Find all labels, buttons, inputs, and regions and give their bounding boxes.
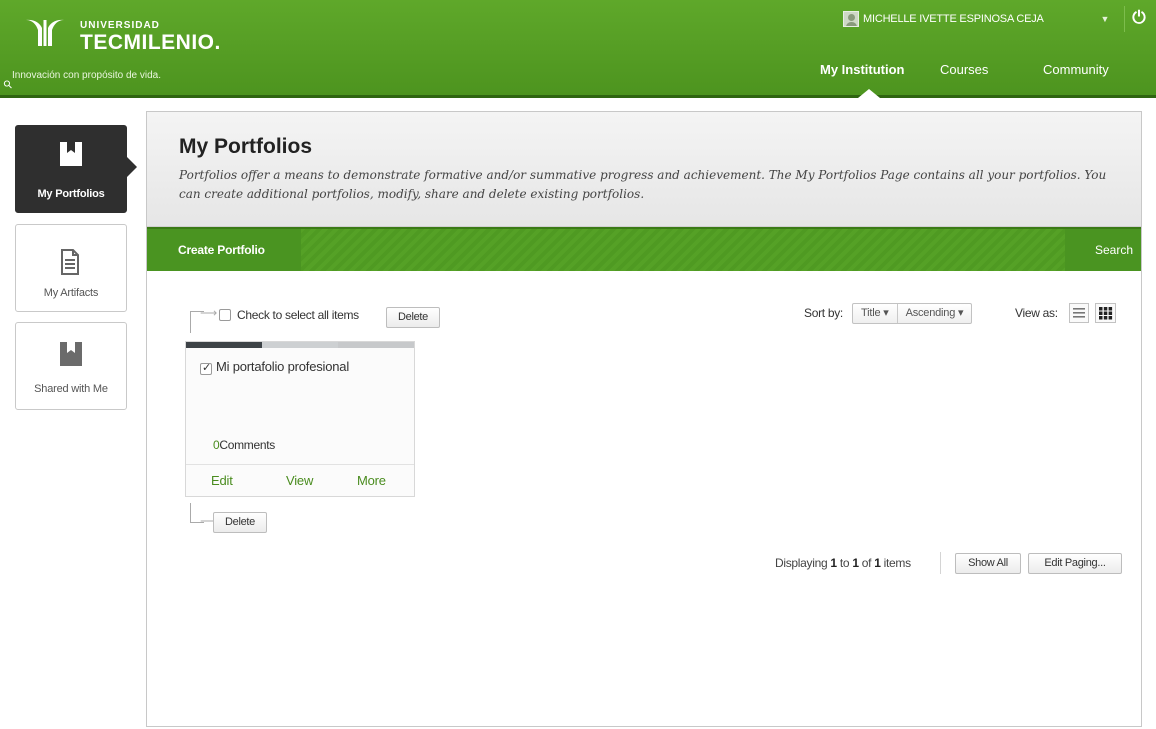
create-portfolio-button[interactable]: Create Portfolio: [147, 229, 301, 271]
view-link[interactable]: View: [286, 473, 313, 488]
portfolio-title[interactable]: Mi portafolio profesional: [216, 359, 349, 374]
sidebar-tab-my-portfolios[interactable]: My Portfolios: [15, 125, 127, 213]
delete-button-bottom[interactable]: Delete: [213, 512, 267, 533]
sidebar-tab-label: Shared with Me: [34, 383, 108, 395]
pager-from: 1: [830, 556, 837, 570]
portfolio-card[interactable]: Mi portafolio profesional 0Comments Edit…: [185, 341, 415, 497]
pager-suffix: items: [883, 556, 911, 570]
sidebar-tab-shared-with-me[interactable]: Shared with Me: [15, 322, 127, 410]
portfolio-icon: [60, 142, 82, 166]
pager-status: Displaying 1 to 1 of 1 items: [775, 556, 911, 570]
edit-paging-button[interactable]: Edit Paging...: [1028, 553, 1122, 574]
view-as-label: View as:: [1015, 306, 1058, 320]
tagline: Innovación con propósito de vida.: [12, 70, 161, 81]
logo-line1: UNIVERSIDAD: [80, 20, 160, 31]
select-all-label: Check to select all items: [237, 308, 359, 322]
sidebar-tab-label: My Artifacts: [43, 287, 99, 299]
sort-controls: Title ▾ Ascending ▾: [852, 303, 973, 324]
sort-order-select[interactable]: Ascending ▾: [896, 304, 972, 323]
arrow-right-icon: ⟶: [200, 306, 218, 320]
portfolio-checkbox[interactable]: [200, 361, 212, 375]
nav-my-institution[interactable]: My Institution: [820, 62, 905, 77]
sort-by-label: Sort by:: [804, 306, 843, 320]
show-all-button[interactable]: Show All: [955, 553, 1021, 574]
comments-label: Comments: [219, 438, 275, 452]
sort-field-select[interactable]: Title ▾: [853, 304, 897, 323]
power-icon[interactable]: ⏻: [1128, 6, 1150, 30]
top-header: UNIVERSIDAD TECMILENIO. ⚲ Innovación con…: [0, 0, 1156, 98]
pager-of-word: of: [861, 556, 872, 570]
nav-active-pointer: [858, 89, 880, 98]
user-name[interactable]: MICHELLE IVETTE ESPINOSA CEJA: [863, 13, 1044, 25]
document-icon: [61, 249, 79, 275]
sort-order-value: Ascending: [905, 307, 956, 319]
caret-down-icon[interactable]: ▼: [1098, 8, 1112, 30]
more-link[interactable]: More: [357, 473, 386, 488]
nav-courses[interactable]: Courses: [940, 62, 988, 77]
pager-prefix: Displaying: [775, 556, 828, 570]
pager-total: 1: [874, 556, 881, 570]
nav-community[interactable]: Community: [1043, 62, 1109, 77]
action-bar: Create Portfolio Search: [147, 227, 1141, 271]
page-description: Portfolios offer a means to demonstrate …: [179, 168, 1107, 201]
select-all-checkbox[interactable]: [219, 309, 231, 321]
page-title: My Portfolios: [179, 135, 313, 158]
portfolio-icon: [60, 342, 82, 366]
page-header: My Portfolios Portfolios offer a means t…: [147, 112, 1141, 227]
pager-divider: [940, 552, 941, 574]
delete-button-top[interactable]: Delete: [386, 307, 440, 328]
search-button[interactable]: Search: [1065, 229, 1141, 271]
grid-view-button[interactable]: [1095, 303, 1116, 323]
list-view-button[interactable]: [1069, 303, 1089, 323]
divider: [1124, 6, 1125, 32]
sort-field-value: Title: [861, 307, 881, 319]
pager-to: 1: [852, 556, 859, 570]
logo-line2: TECMILENIO.: [80, 31, 221, 54]
sidebar-tab-my-artifacts[interactable]: My Artifacts: [15, 224, 127, 312]
logo-emblem-icon: [26, 19, 64, 46]
grid-view-icon: [1099, 307, 1113, 320]
user-avatar-icon: [843, 11, 859, 27]
main-content-panel: My Portfolios Portfolios offer a means t…: [146, 111, 1142, 727]
portfolio-comments[interactable]: 0Comments: [213, 438, 275, 452]
card-actions: Edit View More: [186, 464, 414, 496]
active-tab-pointer: [127, 157, 137, 177]
edit-link[interactable]: Edit: [211, 473, 233, 488]
pager-to-word: to: [839, 556, 850, 570]
list-view-icon: [1073, 308, 1085, 318]
sidebar-tab-label: My Portfolios: [37, 188, 105, 200]
user-menu[interactable]: MICHELLE IVETTE ESPINOSA CEJA: [843, 8, 1044, 30]
card-color-bar: [186, 342, 414, 348]
